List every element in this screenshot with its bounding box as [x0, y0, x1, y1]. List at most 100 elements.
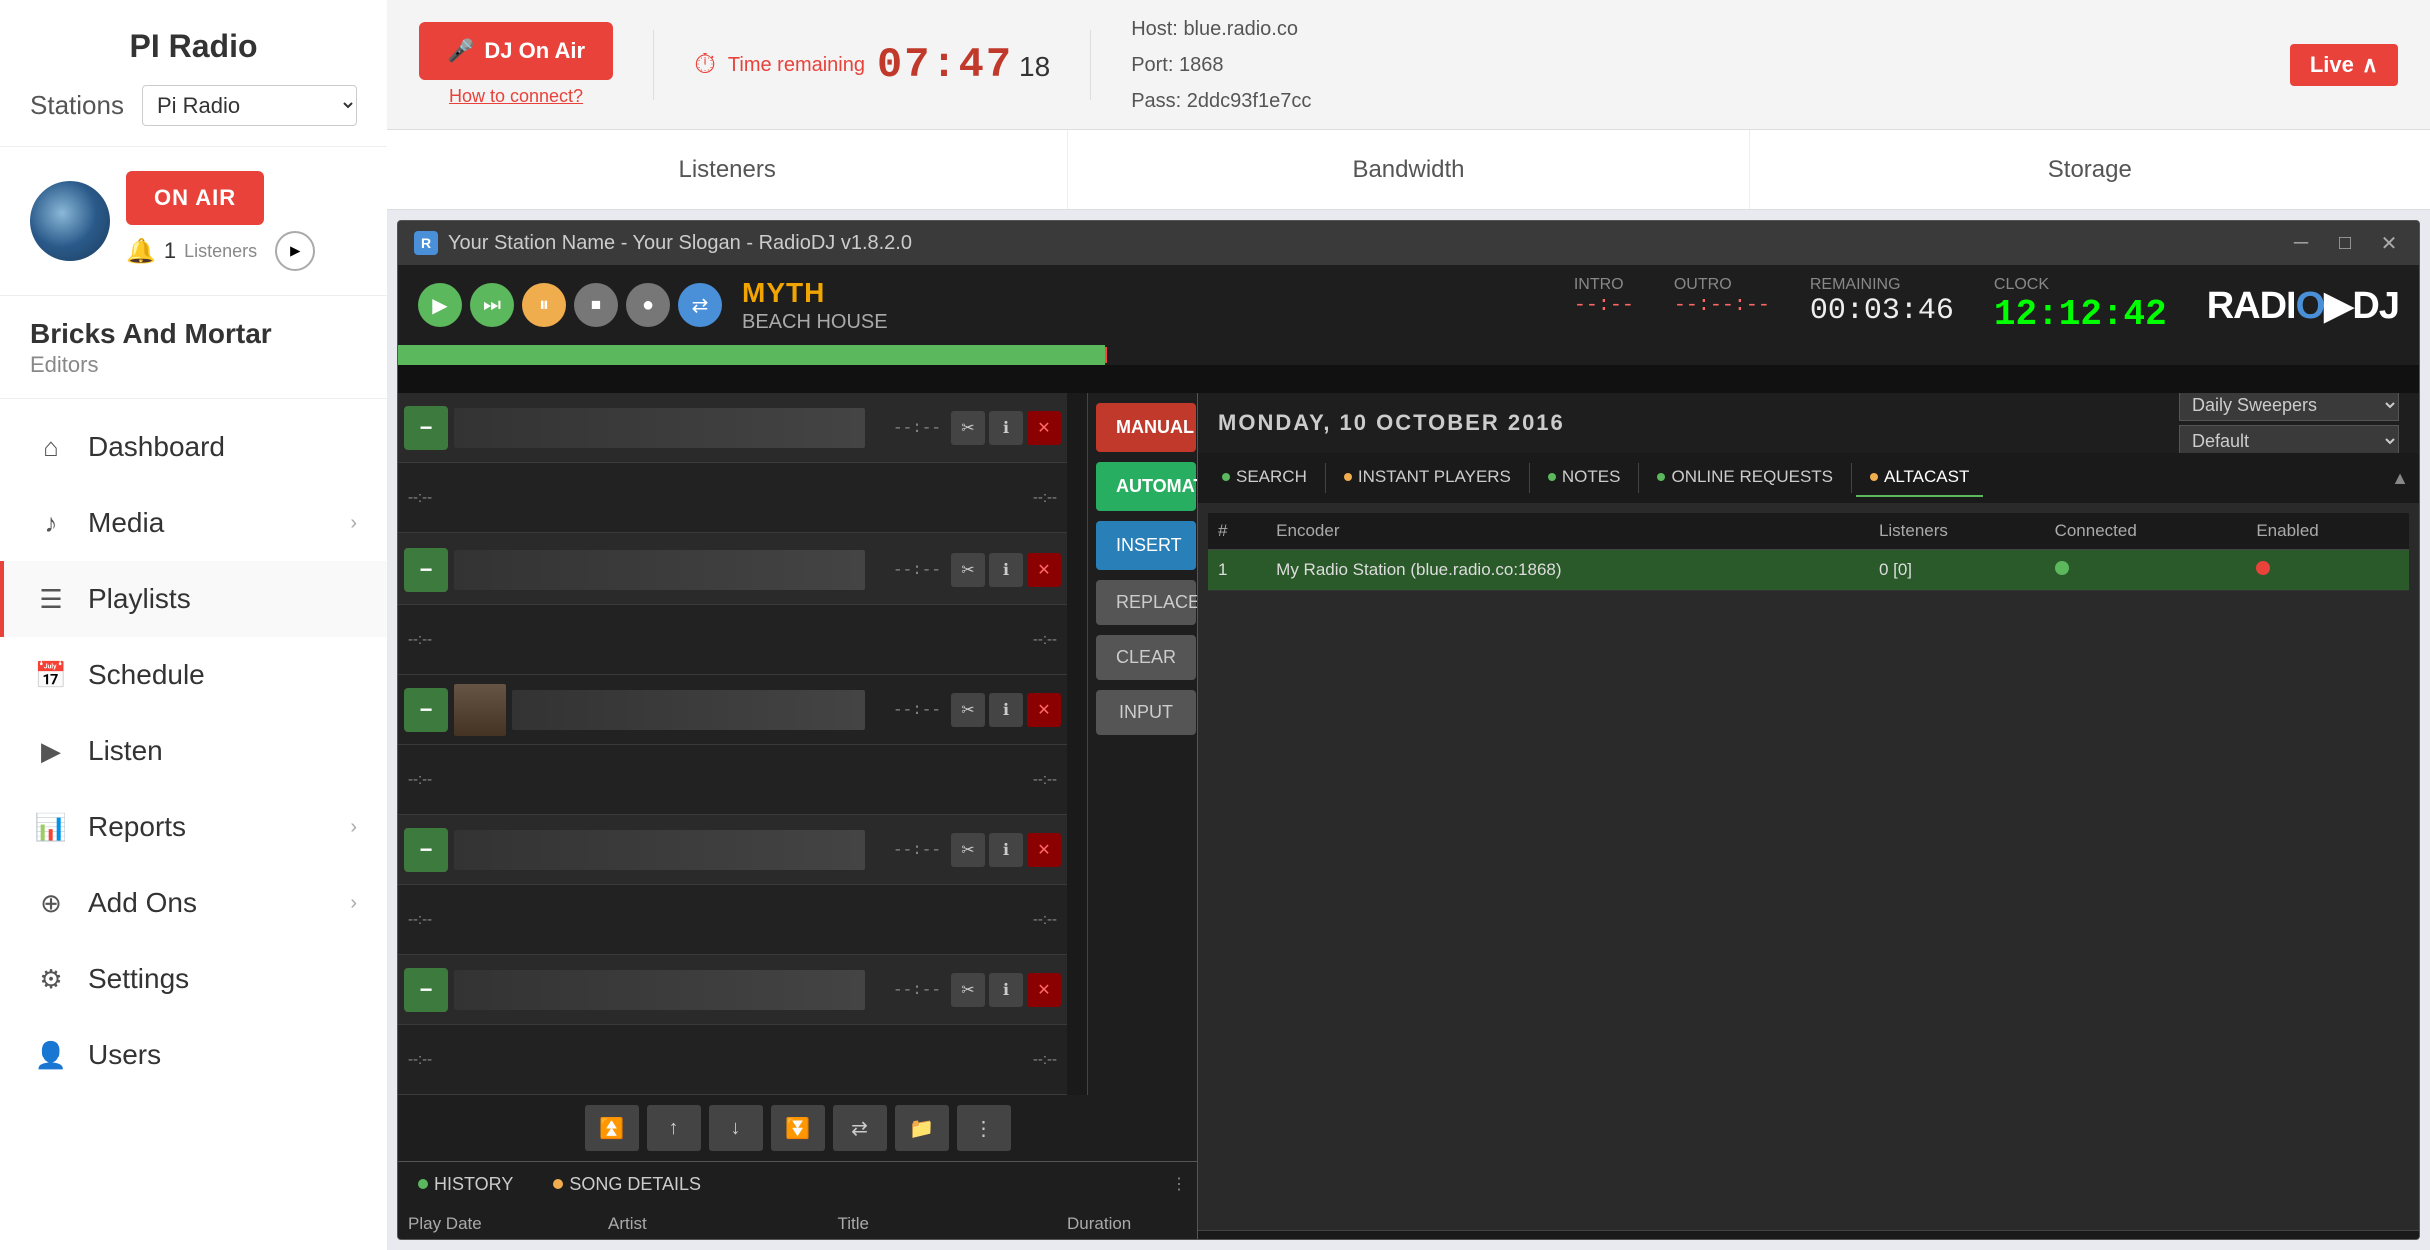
move-down-button[interactable]: ↓ [709, 1105, 763, 1151]
app-title: PI Radio [30, 28, 357, 65]
queue-remove-btn[interactable]: ✕ [1027, 973, 1061, 1007]
move-up-button[interactable]: ↑ [647, 1105, 701, 1151]
stations-select[interactable]: Pi Radio [142, 85, 357, 126]
track-info: MYTH BEACH HOUSE [742, 277, 1554, 334]
queue-color-btn[interactable]: − [404, 968, 448, 1012]
play-skip-button[interactable]: ⏭ [470, 283, 514, 327]
queue-info-btn[interactable]: ℹ [989, 973, 1023, 1007]
sidebar-item-dashboard[interactable]: ⌂ Dashboard [0, 409, 387, 485]
queue-color-btn[interactable]: − [404, 828, 448, 872]
tab-altacast[interactable]: ALTACAST [1856, 459, 1983, 497]
live-badge[interactable]: Live ∧ [2290, 44, 2398, 86]
remove-encoder-button[interactable]: － [1503, 1240, 1553, 1241]
chevron-right-icon: › [350, 512, 357, 535]
sidebar-item-playlists[interactable]: ☰ Playlists [0, 561, 387, 637]
on-air-button[interactable]: ON AIR [126, 171, 264, 225]
sidebar-item-addons[interactable]: ⊕ Add Ons › [0, 865, 387, 941]
time-remaining-label: Time remaining [728, 53, 865, 77]
replace-button[interactable]: REPLACE [1096, 580, 1196, 625]
stations-label: Stations [30, 90, 130, 121]
play-preview-button[interactable]: ▶ [275, 231, 315, 271]
sidebar-item-reports[interactable]: 📊 Reports › [0, 789, 387, 865]
stat-storage[interactable]: Storage [1750, 130, 2430, 209]
daily-sweepers-dropdown[interactable]: Daily Sweepers [2179, 389, 2399, 421]
insert-button[interactable]: INSERT [1096, 521, 1196, 570]
queue-info-btn[interactable]: ℹ [989, 833, 1023, 867]
col-listeners: Listeners [1869, 513, 2045, 550]
how-to-connect-link[interactable]: How to connect? [419, 86, 613, 107]
sidebar-nav: ⌂ Dashboard ♪ Media › ☰ Playlists 📅 Sche… [0, 399, 387, 1250]
queue-item: --:-- --:-- [398, 885, 1067, 955]
sidebar-item-schedule[interactable]: 📅 Schedule [0, 637, 387, 713]
profile-controls: ON AIR 🔔 1 Listeners ▶ [126, 171, 315, 271]
queue-item: --:-- --:-- [398, 463, 1067, 533]
tab-dot [1222, 473, 1230, 481]
folder-button[interactable]: 📁 [895, 1105, 949, 1151]
progress-bar[interactable] [398, 345, 2419, 365]
history-tab[interactable]: HISTORY [408, 1174, 523, 1195]
radiodj-panels: − --:-- ✂ ℹ ✕ [398, 393, 2419, 1240]
move-top-button[interactable]: ⏫ [585, 1105, 639, 1151]
tab-notes[interactable]: NOTES [1534, 459, 1635, 497]
shuffle-button[interactable]: ⇄ [833, 1105, 887, 1151]
sidebar-item-listen[interactable]: ▶ Listen [0, 713, 387, 789]
right-bottom-bar: ＋ － ○ ▶ 0 [0] [1198, 1230, 2419, 1240]
queue-info-btn[interactable]: ℹ [989, 411, 1023, 445]
move-bottom-button[interactable]: ⏬ [771, 1105, 825, 1151]
maximize-button[interactable]: □ [2331, 229, 2359, 257]
queue-edit-btn[interactable]: ✂ [951, 411, 985, 445]
minimize-button[interactable]: ─ [2287, 229, 2315, 257]
queue-edit-btn[interactable]: ✂ [951, 973, 985, 1007]
play-button[interactable]: ▶ [418, 283, 462, 327]
waveform-area [398, 365, 2419, 393]
pause-button[interactable]: ⏸ [522, 283, 566, 327]
tab-instant-players[interactable]: INSTANT PLAYERS [1330, 459, 1525, 497]
add-encoder-button[interactable]: ＋ [1218, 1240, 1268, 1241]
tab-expand-btn[interactable]: ▲ [2391, 468, 2409, 489]
queue-info-btn[interactable]: ℹ [989, 693, 1023, 727]
queue-info-btn[interactable]: ℹ [989, 553, 1023, 587]
extra-queue-btn[interactable]: ⋮ [957, 1105, 1011, 1151]
history-scroll[interactable]: ⋮ [1171, 1174, 1187, 1194]
pass-value: 2ddc93f1e7cc [1187, 90, 1312, 112]
record-button[interactable]: ● [626, 283, 670, 327]
queue-color-btn[interactable]: − [404, 548, 448, 592]
sidebar-item-users[interactable]: 👤 Users [0, 1017, 387, 1093]
queue-scrollbar[interactable] [1067, 393, 1087, 1095]
queue-item: − --:-- ✂ ℹ ✕ [398, 955, 1067, 1025]
clear-button[interactable]: CLEAR [1096, 635, 1196, 680]
progress-fill [398, 345, 1105, 365]
queue-color-btn[interactable]: − [404, 406, 448, 450]
encoder-name: My Radio Station (blue.radio.co:1868) [1266, 550, 1869, 591]
stat-bandwidth[interactable]: Bandwidth [1068, 130, 1749, 209]
extra-button[interactable]: ⇄ [678, 283, 722, 327]
manual-button[interactable]: MANUAL [1096, 403, 1196, 452]
sidebar-item-media[interactable]: ♪ Media › [0, 485, 387, 561]
automated-button[interactable]: AUTOMATED [1096, 462, 1196, 511]
queue-edit-btn[interactable]: ✂ [951, 693, 985, 727]
tab-search[interactable]: SEARCH [1208, 459, 1321, 497]
input-button[interactable]: INPUT [1096, 690, 1196, 735]
queue-remove-btn[interactable]: ✕ [1027, 833, 1061, 867]
stop-button[interactable]: ⏹ [574, 283, 618, 327]
song-details-tab[interactable]: SONG DETAILS [543, 1174, 711, 1195]
start-encoder-button[interactable]: ▶ [2073, 1240, 2123, 1241]
live-label: Live [2310, 52, 2354, 78]
stat-listeners[interactable]: Listeners [387, 130, 1068, 209]
queue-and-mode: − --:-- ✂ ℹ ✕ [398, 393, 1197, 1095]
queue-remove-btn[interactable]: ✕ [1027, 411, 1061, 445]
dj-on-air-button[interactable]: 🎤 DJ On Air [419, 22, 613, 80]
close-button[interactable]: ✕ [2375, 229, 2403, 257]
queue-edit-btn[interactable]: ✂ [951, 553, 985, 587]
queue-edit-btn[interactable]: ✂ [951, 833, 985, 867]
host-value: blue.radio.co [1183, 18, 1298, 40]
bell-icon: 🔔 [126, 237, 156, 266]
stop-encoder-button[interactable]: ○ [1788, 1240, 1838, 1241]
radiodj-logo: RADIO▶DJ [2207, 283, 2399, 328]
tab-online-requests[interactable]: ONLINE REQUESTS [1643, 459, 1847, 497]
sidebar-item-settings[interactable]: ⚙ Settings [0, 941, 387, 1017]
queue-color-btn[interactable]: − [404, 688, 448, 732]
queue-remove-btn[interactable]: ✕ [1027, 553, 1061, 587]
queue-remove-btn[interactable]: ✕ [1027, 693, 1061, 727]
settings-icon: ⚙ [34, 964, 68, 995]
